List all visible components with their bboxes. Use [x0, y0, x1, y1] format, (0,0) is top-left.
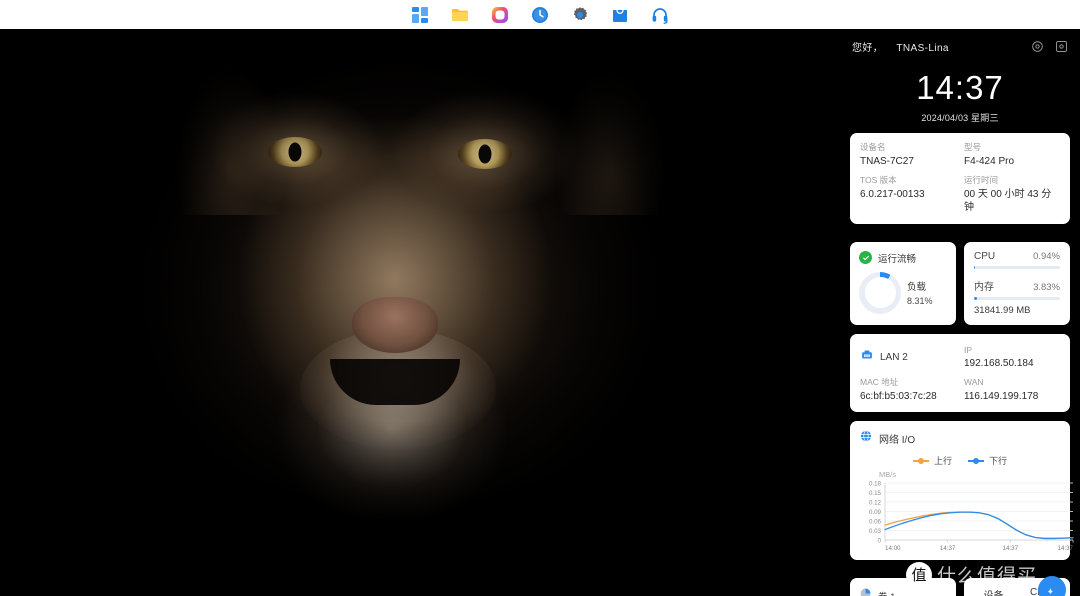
pie-icon	[859, 587, 872, 596]
wallpaper-detail	[0, 29, 840, 596]
wan-label: WAN	[964, 376, 984, 387]
file-manager-icon[interactable]	[449, 4, 471, 26]
temp-device-label: 设备	[984, 587, 1004, 596]
ip-value: 192.168.50.184	[964, 358, 1034, 370]
cpu-label: CPU	[974, 250, 996, 262]
temperature-card: 设备 -1 ℃ CPU -1 ℃	[964, 576, 1070, 596]
dashboard-icon[interactable]	[409, 4, 431, 26]
tos-version-field: TOS 版本 6.0.217-00133	[860, 175, 956, 215]
svg-text:0: 0	[878, 538, 882, 545]
volume-title: 卷 1	[878, 589, 895, 596]
cpu-progress-bar	[974, 265, 1060, 269]
desktop-screen: 您好， TNAS-Lina 14:37 2024/04/03 星期三 设备名 T…	[0, 0, 1080, 596]
wan-value: 116.149.199.178	[964, 390, 1039, 402]
temp-device: 设备 -1 ℃	[970, 587, 1017, 596]
svg-text:0.06: 0.06	[869, 519, 882, 526]
settings-icon[interactable]	[569, 4, 591, 26]
clock-widget: 14:37 2024/04/03 星期三	[850, 71, 1070, 124]
lan-title-row: LAN 2	[860, 345, 956, 371]
network-io-card: 网络 I/O 上行 下行 MB/s 0 0.03 0.06 0.09 0.12 0.15 0…	[850, 421, 1074, 560]
gear-icon[interactable]	[1031, 40, 1044, 53]
mac-label: MAC 地址	[860, 376, 899, 387]
health-status-label: 运行流畅	[878, 253, 917, 265]
uptime-value: 00 天 00 小时 43 分钟	[964, 188, 1052, 214]
memory-value: 3.83%	[1033, 281, 1060, 293]
svg-text:14:37: 14:37	[1003, 545, 1019, 552]
load-label: 负载	[907, 282, 927, 294]
ip-label: IP	[964, 344, 973, 355]
memory-label: 内存	[974, 281, 994, 293]
device-info-card: 设备名 TNAS-7C27 型号 F4-424 Pro TOS 版本 6.0.2…	[850, 133, 1070, 224]
clock-icon[interactable]	[529, 4, 551, 26]
svg-text:0.09: 0.09	[869, 509, 882, 516]
device-name-field: 设备名 TNAS-7C27	[860, 142, 956, 168]
svg-text:0.18: 0.18	[869, 481, 882, 488]
load-donut-gauge	[859, 271, 901, 314]
mac-value: 6c:bf:b5:03:7c:28	[860, 390, 937, 402]
legend-download-label: 下行	[989, 456, 1008, 466]
device-name-value: TNAS-7C27	[860, 155, 914, 167]
mac-field: MAC 地址 6c:bf:b5:03:7c:28	[860, 377, 956, 403]
health-card: 运行流畅 负载 8.31%	[850, 241, 956, 325]
ip-field: IP 192.168.50.184	[964, 345, 1060, 371]
network-io-title: 网络 I/O	[879, 435, 916, 446]
cpu-value: 0.94%	[1033, 250, 1060, 262]
globe-icon	[859, 429, 873, 448]
dashboard-panel: 您好， TNAS-Lina 14:37 2024/04/03 星期三 设备名 T…	[840, 29, 1080, 596]
legend-download[interactable]: 下行	[968, 454, 1007, 467]
legend-upload[interactable]: 上行	[912, 454, 952, 467]
legend-upload-label: 上行	[933, 456, 952, 466]
greeting: 您好， TNAS-Lina	[852, 39, 949, 54]
support-icon[interactable]	[649, 4, 671, 26]
svg-text:14:37: 14:37	[940, 545, 956, 552]
help-fab-button[interactable]	[1038, 576, 1066, 596]
uptime-field: 运行时间 00 天 00 小时 43 分钟	[964, 175, 1060, 215]
svg-text:0.15: 0.15	[869, 490, 882, 497]
chart-legend: 上行 下行	[859, 454, 1061, 467]
photos-icon[interactable]	[489, 4, 511, 26]
device-model-label: 型号	[964, 142, 982, 152]
memory-progress-bar	[974, 296, 1060, 300]
greeting-text: 您好，	[852, 42, 884, 54]
svg-text:14:37: 14:37	[1058, 545, 1074, 552]
network-interface-card: LAN 2 IP 192.168.50.184 MAC 地址 6c:bf:b5:…	[850, 333, 1070, 412]
resource-usage-card: CPU 0.94% 内存 3.83% 31841.99 MB	[964, 241, 1070, 325]
load-value: 8.31%	[907, 296, 933, 307]
svg-text:14:00: 14:00	[885, 545, 901, 552]
svg-text:0.03: 0.03	[869, 528, 882, 535]
network-io-plot: 0 0.03 0.06 0.09 0.12 0.15 0.18 14:00 14:37 14:37…	[859, 479, 1074, 553]
check-icon	[859, 251, 872, 265]
username: TNAS-Lina	[896, 42, 949, 54]
panel-header: 您好， TNAS-Lina	[850, 33, 1070, 59]
clock-date: 2024/04/03 星期三	[921, 113, 999, 123]
header-actions	[1031, 40, 1068, 53]
tos-version-value: 6.0.217-00133	[860, 188, 925, 200]
device-model-field: 型号 F4-424 Pro	[964, 142, 1060, 168]
tos-version-label: TOS 版本	[860, 175, 897, 186]
device-name-label: 设备名	[860, 142, 886, 152]
taskbar	[0, 0, 1080, 29]
svg-text:0.12: 0.12	[869, 500, 882, 507]
status-row: 运行流畅 负载 8.31% CPU 0.94% 内存 3.83% 31841.9…	[850, 233, 1070, 325]
uptime-label: 运行时间	[964, 175, 999, 186]
device-model-value: F4-424 Pro	[964, 155, 1015, 167]
screenshot-icon[interactable]	[1055, 40, 1068, 53]
chart-y-unit: MB/s	[879, 470, 897, 479]
lan-title: LAN 2	[880, 352, 908, 364]
app-store-icon[interactable]	[609, 4, 631, 26]
clock-time: 14:37	[916, 69, 1004, 106]
storage-temp-row: 卷 1 3.14 GB/4.55 TB 0% 同步中... 设备 -1	[850, 569, 1070, 596]
desktop-wallpaper	[0, 29, 840, 596]
memory-total: 31841.99 MB	[974, 304, 1031, 316]
volume-card: 卷 1 3.14 GB/4.55 TB 0% 同步中...	[850, 578, 956, 596]
wan-field: WAN 116.149.199.178	[964, 377, 1060, 403]
ethernet-icon	[860, 348, 874, 367]
